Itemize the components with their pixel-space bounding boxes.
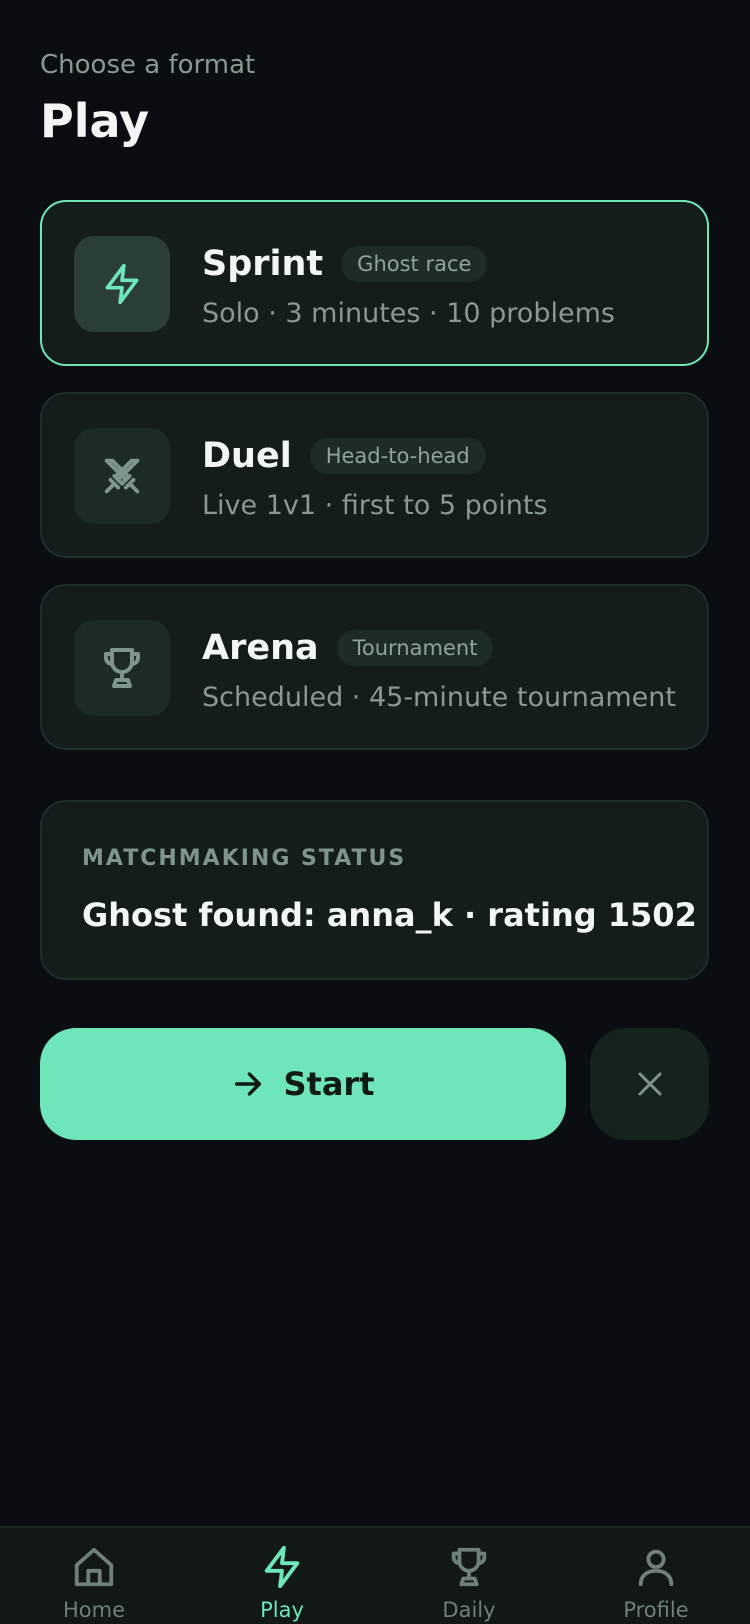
start-button[interactable]: Start [40,1028,566,1140]
format-card-duel[interactable]: Duel Head-to-head Live 1v1 · first to 5 … [40,392,709,558]
tab-daily[interactable]: Daily [399,1544,539,1622]
arrow-right-icon [235,1072,262,1096]
page-subtitle: Choose a format [40,50,256,80]
person-icon [638,1549,674,1587]
tab-play[interactable]: Play [212,1544,352,1622]
tab-profile[interactable]: Profile [586,1544,726,1622]
format-badge: Ghost race [341,246,488,282]
format-name: Arena [202,628,319,668]
format-card-sprint[interactable]: Sprint Ghost race Solo · 3 minutes · 10 … [40,200,709,366]
close-icon [638,1072,661,1096]
tab-label: Home [62,1598,125,1622]
lightning-icon [264,1545,300,1589]
format-name: Duel [202,436,292,476]
tab-label: Profile [623,1598,689,1622]
format-card-arena[interactable]: Arena Tournament Scheduled · 45-minute t… [40,584,709,750]
crossed-swords-icon [74,428,170,524]
format-name: Sprint [202,244,324,284]
lightning-icon [74,236,170,332]
matchmaking-status-panel: MATCHMAKING STATUS Ghost found: anna_k ·… [40,800,709,980]
tab-label: Play [260,1598,304,1622]
format-description: Live 1v1 · first to 5 points [202,490,548,521]
status-label: MATCHMAKING STATUS [82,846,407,871]
status-value: Ghost found: anna_k · rating 1502 [82,896,697,934]
cancel-button[interactable] [590,1028,709,1140]
format-badge: Head-to-head [309,438,486,474]
format-badge: Tournament [336,630,494,666]
format-description: Scheduled · 45-minute tournament [202,682,676,713]
page-header: Choose a format Play [40,50,255,148]
tab-label: Daily [442,1598,496,1622]
trophy-icon [451,1547,487,1587]
tab-home[interactable]: Home [24,1544,164,1622]
start-button-label: Start [283,1065,375,1103]
bottom-tab-bar: Home Play Daily Profile [0,1526,750,1624]
page-title: Play [40,94,150,148]
home-icon [74,1547,114,1587]
trophy-icon [74,620,170,716]
play-screen: Choose a format Play Sprint Ghost race S… [0,0,750,1624]
format-description: Solo · 3 minutes · 10 problems [202,298,615,329]
